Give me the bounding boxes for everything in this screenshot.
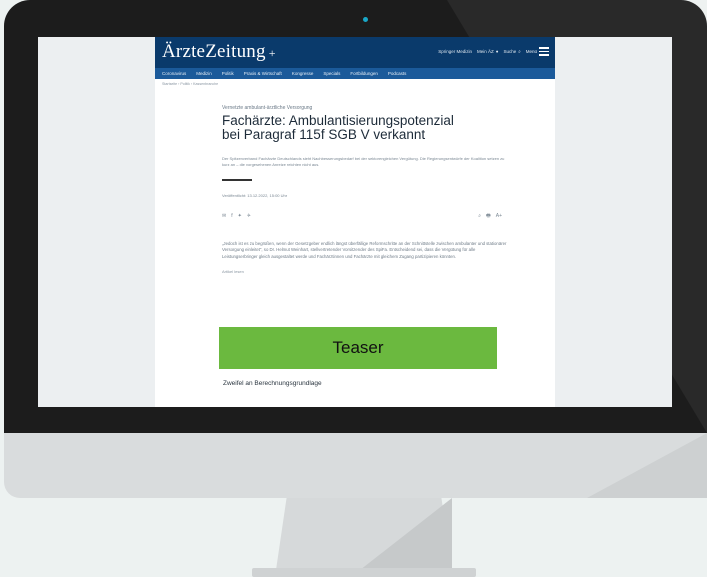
print-icon[interactable]: 🖶 (486, 213, 491, 221)
article-lead: Der Spitzenverband Fachärzte Deutschland… (222, 156, 505, 167)
article-kicker: Vernetzte ambulant-ärztliche Versorgung (222, 105, 313, 111)
nav-item-medizin[interactable]: Medizin (196, 71, 212, 76)
breadcrumb[interactable]: Startseite › Politik › Kassenbranche (162, 82, 218, 86)
nav-item-praxis[interactable]: Praxis & Wirtschaft (244, 71, 282, 76)
header-actions: Springer Medizin Mein ÄZ ● Suche ⌕ Menü (438, 47, 549, 56)
user-icon: ● (495, 48, 499, 54)
stand-base (252, 568, 476, 577)
menu-button[interactable]: Menü (526, 47, 549, 56)
article-headline: Fachärzte: Ambulantisierungspotenzial be… (222, 113, 454, 142)
article-subheading: Zweifel an Berechnungsgrundlage (223, 380, 322, 387)
account-button[interactable]: Mein ÄZ ● (477, 49, 498, 54)
read-more-link[interactable]: Artikel lesen (222, 269, 512, 274)
nav-item-fortbildungen[interactable]: Fortbildungen (350, 71, 378, 76)
nav-item-kongresse[interactable]: Kongresse (292, 71, 314, 76)
telegram-share-icon[interactable]: ✈ (247, 213, 251, 221)
site-header: ÄrzteZeitung + Springer Medizin Mein ÄZ ● … (155, 37, 555, 68)
chin-shadow (587, 433, 707, 498)
divider (222, 179, 252, 181)
nav-item-specials[interactable]: Specials (323, 71, 340, 76)
font-size-icon[interactable]: A+ (496, 213, 502, 221)
search-button[interactable]: Suche ⌕ (503, 49, 520, 54)
facebook-share-icon[interactable]: f (231, 213, 232, 221)
springer-link[interactable]: Springer Medizin (438, 49, 472, 54)
publish-date: Veröffentlicht: 13.12.2022, 15:00 Uhr (222, 192, 288, 198)
comment-icon[interactable]: ⌕ (478, 213, 481, 221)
nav-item-coronavirus[interactable]: Coronavirus (162, 71, 186, 76)
share-bar: ✉ f ✦ ✈ ⌕ 🖶 A+ (222, 213, 502, 221)
article-page: ÄrzteZeitung + Springer Medizin Mein ÄZ ● … (155, 37, 555, 407)
monitor-chin (4, 433, 707, 498)
email-share-icon[interactable]: ✉ (222, 213, 226, 221)
nav-item-politik[interactable]: Politik (222, 71, 234, 76)
twitter-share-icon[interactable]: ✦ (238, 213, 242, 221)
nav-item-podcasts[interactable]: Podcasts (388, 71, 407, 76)
webcam-indicator (363, 17, 368, 22)
article-content: Vernetzte ambulant-ärztliche Versorgung … (222, 105, 512, 274)
article-body: „Jedoch ist es zu begrüßen, wenn der Ges… (222, 240, 507, 260)
hamburger-icon (539, 47, 549, 56)
teaser-box[interactable]: Teaser (219, 327, 497, 369)
search-icon: ⌕ (518, 48, 521, 54)
monitor-screen: ÄrzteZeitung + Springer Medizin Mein ÄZ ● … (38, 37, 672, 407)
site-logo[interactable]: ÄrzteZeitung + (162, 41, 276, 63)
main-navigation: Coronavirus Medizin Politik Praxis & Wir… (155, 68, 555, 79)
